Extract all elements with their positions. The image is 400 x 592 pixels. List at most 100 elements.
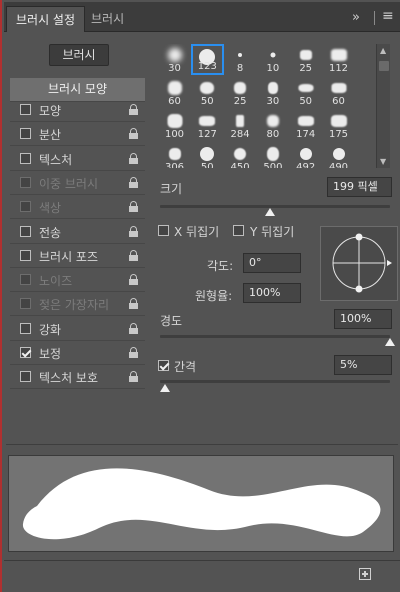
flip-y-checkbox[interactable]: [233, 225, 244, 236]
brush-tip[interactable]: 127: [191, 110, 224, 141]
brush-tip[interactable]: 100: [158, 110, 191, 141]
scroll-up-icon[interactable]: ▲: [380, 46, 386, 55]
new-brush-icon[interactable]: [359, 568, 371, 580]
roundness-field[interactable]: 100%: [243, 283, 301, 303]
option-row[interactable]: 젖은 가장자리: [10, 292, 145, 317]
lock-icon[interactable]: [129, 128, 138, 140]
option-row[interactable]: 노이즈: [10, 268, 145, 293]
option-row[interactable]: 보정: [10, 341, 145, 365]
option-label: 젖은 가장자리: [39, 298, 110, 313]
brush-tip[interactable]: 123: [190, 44, 224, 75]
lock-icon[interactable]: [129, 201, 138, 213]
lock-icon[interactable]: [129, 104, 138, 115]
brush-tip[interactable]: 50: [289, 77, 322, 108]
brush-tip[interactable]: 500: [256, 143, 289, 168]
option-row[interactable]: 분산: [10, 122, 145, 147]
brush-tip[interactable]: 175: [322, 110, 355, 141]
option-row[interactable]: 색상: [10, 195, 145, 220]
brush-tip-shape-icon: [236, 115, 245, 127]
size-field[interactable]: 199 픽셀: [327, 177, 392, 197]
brush-tip[interactable]: 30: [256, 77, 289, 108]
option-checkbox[interactable]: [20, 104, 31, 115]
lock-icon[interactable]: [129, 371, 138, 383]
option-label: 노이즈: [39, 274, 73, 289]
angle-label: 각도:: [207, 259, 234, 273]
tab-brushes[interactable]: 브러시: [82, 6, 133, 32]
option-checkbox[interactable]: [20, 371, 31, 383]
option-checkbox[interactable]: [20, 298, 31, 310]
angle-roundness-widget[interactable]: [320, 226, 398, 301]
brushes-presets-button[interactable]: 브러시: [49, 44, 109, 66]
option-row[interactable]: 텍스처: [10, 147, 145, 171]
option-row[interactable]: 이중 브러시: [10, 171, 145, 195]
angle-roundness-dial-icon[interactable]: [321, 227, 397, 300]
brush-tip[interactable]: 50: [191, 143, 224, 168]
tab-brush-settings[interactable]: 브러시 설정: [6, 6, 86, 32]
lock-icon[interactable]: [129, 152, 138, 164]
spacing-field[interactable]: 5%: [334, 355, 392, 375]
brush-tip-shape-icon: [234, 148, 247, 160]
brush-tip[interactable]: 490: [322, 143, 355, 168]
lock-icon[interactable]: [129, 249, 138, 261]
brush-tip[interactable]: 25: [289, 44, 322, 75]
roundness-label: 원형율:: [195, 289, 233, 303]
brush-tip[interactable]: 10: [256, 44, 289, 75]
option-checkbox[interactable]: [20, 152, 31, 164]
brush-tip[interactable]: 25: [224, 77, 257, 108]
option-row[interactable]: 텍스처 보호: [10, 365, 145, 390]
brush-tip[interactable]: 80: [256, 110, 289, 141]
brush-tip-size: 50: [200, 162, 214, 168]
brush-tip-size: 174: [296, 129, 316, 140]
brush-tip[interactable]: 60: [322, 77, 355, 108]
hardness-slider-track[interactable]: [160, 335, 390, 338]
collapse-panel-icon[interactable]: »: [352, 10, 360, 25]
size-slider-handle[interactable]: [265, 208, 276, 216]
option-checkbox[interactable]: [20, 347, 31, 358]
brush-tip-size: 25: [299, 63, 313, 74]
lock-icon[interactable]: [129, 347, 138, 358]
option-row[interactable]: 강화: [10, 317, 145, 341]
stroke-preview-icon: [22, 468, 381, 540]
angle-field[interactable]: 0°: [243, 253, 301, 273]
lock-icon[interactable]: [129, 322, 138, 334]
option-checkbox[interactable]: [20, 322, 31, 334]
lock-icon[interactable]: [129, 298, 138, 310]
brush-tip[interactable]: 284: [224, 110, 257, 141]
scroll-thumb[interactable]: [379, 61, 389, 71]
option-row[interactable]: 전송: [10, 220, 145, 244]
brush-tip[interactable]: 450: [224, 143, 257, 168]
tip-grid-scrollbar[interactable]: ▲ ▼: [376, 44, 390, 168]
scroll-down-icon[interactable]: ▼: [380, 157, 386, 166]
brush-tip-size: 60: [332, 96, 345, 107]
hardness-slider-handle[interactable]: [385, 338, 395, 346]
brush-tip[interactable]: 30: [158, 44, 191, 75]
spacing-checkbox[interactable]: [158, 360, 169, 371]
lock-icon[interactable]: [129, 274, 138, 286]
panel-menu-icon[interactable]: ≡: [382, 8, 394, 24]
brush-tip-shape-icon: [199, 116, 216, 126]
option-row[interactable]: 브러시 포즈: [10, 244, 145, 268]
option-checkbox[interactable]: [20, 128, 31, 140]
section-divider: [6, 444, 398, 445]
flip-x-checkbox[interactable]: [158, 225, 169, 236]
option-checkbox[interactable]: [20, 225, 31, 237]
spacing-slider-track[interactable]: [160, 380, 390, 383]
spacing-slider-handle[interactable]: [159, 384, 170, 392]
brush-tip[interactable]: 492: [289, 143, 322, 168]
lock-icon[interactable]: [129, 176, 138, 188]
brush-tip[interactable]: 174: [289, 110, 322, 141]
brush-tip[interactable]: 112: [322, 44, 355, 75]
brush-tip-size: 500: [263, 162, 283, 168]
brush-tip[interactable]: 306: [158, 143, 191, 168]
hardness-field[interactable]: 100%: [334, 309, 392, 329]
option-row[interactable]: 모양: [10, 98, 145, 122]
brush-tip-size: 284: [230, 129, 250, 140]
brush-tip[interactable]: 8: [224, 44, 257, 75]
lock-icon[interactable]: [129, 225, 138, 237]
option-checkbox[interactable]: [20, 274, 31, 286]
brush-tip[interactable]: 50: [191, 77, 224, 108]
brush-tip[interactable]: 60: [158, 77, 191, 108]
option-checkbox[interactable]: [20, 201, 31, 213]
option-checkbox[interactable]: [20, 249, 31, 261]
option-checkbox[interactable]: [20, 176, 31, 188]
